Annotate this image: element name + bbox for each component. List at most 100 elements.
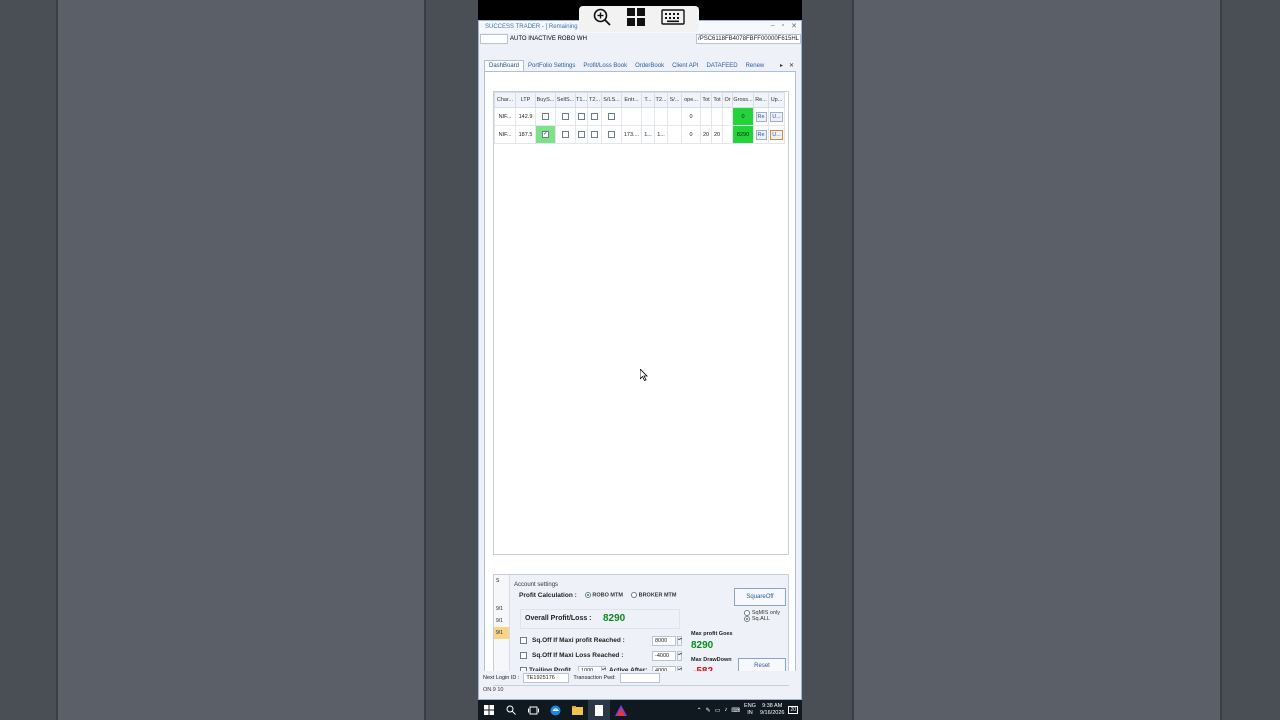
network-icon[interactable]: ▭ xyxy=(715,707,721,714)
col-header[interactable]: BuyS... xyxy=(535,92,556,108)
volume-icon[interactable]: ♪ xyxy=(724,707,727,713)
col-header[interactable]: T1... xyxy=(574,92,589,108)
side-list-item[interactable]: 9/1 xyxy=(494,615,509,627)
col-header[interactable]: T... xyxy=(641,92,656,108)
tray-chevron-icon[interactable]: ⌃ xyxy=(697,707,702,714)
tab-profit-loss-book[interactable]: Profit/Loss Book xyxy=(579,61,631,71)
tab-dashboard[interactable]: DashBoard xyxy=(484,60,525,71)
update-row-button[interactable]: U... xyxy=(770,129,783,140)
next-login-input[interactable]: TE1925176 xyxy=(523,673,570,683)
col-header[interactable]: T2... xyxy=(654,92,669,108)
sqoff-profit-input[interactable]: 8000 xyxy=(652,636,676,646)
windows-start-icon[interactable] xyxy=(627,7,645,31)
col-header[interactable]: T2... xyxy=(587,92,603,108)
tab-portfolio-settings[interactable]: PortFolio Settings xyxy=(524,61,579,71)
tab-orderbook[interactable]: OrderBook xyxy=(631,61,668,71)
sqall-label: Sq.ALL xyxy=(751,616,770,623)
sl-checkbox[interactable] xyxy=(608,131,616,138)
sqoff-loss-spinner[interactable]: ▴▾ xyxy=(677,651,682,661)
sqoff-profit-label: Sq.Off If Maxi profit Reached : xyxy=(532,637,625,644)
col-header[interactable]: Gross... xyxy=(732,92,755,108)
robo-mtm-option[interactable]: ROBO MTM xyxy=(584,592,623,599)
col-header[interactable]: Tot xyxy=(711,92,724,108)
zoom-in-icon[interactable] xyxy=(593,8,611,31)
footer-status: ON 9 10 xyxy=(483,687,504,693)
side-list-item[interactable] xyxy=(494,587,509,599)
txn-pwd-input[interactable] xyxy=(619,673,660,683)
language-indicator[interactable]: ENG IN xyxy=(744,703,756,717)
squareoff-button[interactable]: SquareOff xyxy=(734,588,786,606)
col-header[interactable]: Char... xyxy=(494,92,516,108)
lang-region: IN xyxy=(747,710,753,716)
sell-checkbox[interactable] xyxy=(562,113,569,120)
cell-up: U... xyxy=(768,125,786,144)
close-icon[interactable]: ✕ xyxy=(791,22,797,30)
sell-checkbox[interactable] xyxy=(562,131,569,138)
table-row[interactable]: NIF... 187.5 173.... 1... 1... 0 xyxy=(494,125,786,144)
clock[interactable]: 9:38 AM 9/16/2026 xyxy=(760,703,784,717)
notification-center-icon[interactable]: 20 xyxy=(788,706,798,714)
account-settings-title: Account settings xyxy=(514,582,559,588)
maximize-icon[interactable]: ▫ xyxy=(782,22,784,30)
search-icon[interactable] xyxy=(500,700,522,720)
col-header[interactable]: Or xyxy=(722,92,734,108)
keyboard-icon[interactable] xyxy=(661,8,685,30)
col-header[interactable]: S/LS... xyxy=(601,92,623,108)
t1-checkbox[interactable] xyxy=(578,131,585,138)
tab-datafeed[interactable]: DATAFEED xyxy=(702,61,741,71)
tab-scroll-right-icon[interactable]: ▸ xyxy=(780,62,783,69)
window-title: SUCCESS TRADER - [ Remaining Day xyxy=(485,24,590,30)
cell-sell xyxy=(555,107,576,126)
task-view-icon[interactable] xyxy=(522,700,544,720)
sqoff-loss-checkbox[interactable] xyxy=(520,652,527,659)
t2-checkbox[interactable] xyxy=(591,131,599,138)
info-box xyxy=(480,34,508,44)
tab-close-icon[interactable]: ✕ xyxy=(789,62,794,69)
col-header[interactable]: SellS... xyxy=(555,92,576,108)
touch-keyboard-icon[interactable]: ⌨ xyxy=(731,707,740,714)
notepad-icon[interactable] xyxy=(588,700,610,720)
reset-row-button[interactable]: Re xyxy=(755,111,767,122)
col-header[interactable]: S/... xyxy=(667,92,683,108)
buy-checkbox[interactable] xyxy=(542,113,549,120)
sqoff-profit-spinner[interactable]: ▴▾ xyxy=(677,636,682,646)
pen-icon[interactable]: ✎ xyxy=(706,707,711,714)
cell-t2 xyxy=(587,125,603,144)
edge-browser-icon[interactable] xyxy=(544,700,566,720)
sl-checkbox[interactable] xyxy=(608,113,616,120)
trading-app-icon[interactable] xyxy=(610,700,632,720)
table-row[interactable]: NIF... 142.9 0 0 Re U... xyxy=(494,107,786,126)
col-header[interactable]: ope... xyxy=(681,92,702,108)
broker-mtm-radio[interactable] xyxy=(630,592,637,599)
col-header[interactable]: Tot xyxy=(700,92,713,108)
cell-tot1: 20 xyxy=(700,125,713,144)
side-list-item-selected[interactable]: 9/1 xyxy=(494,627,509,639)
start-icon[interactable] xyxy=(478,700,500,720)
side-list-item[interactable]: 9/1 xyxy=(494,603,509,615)
cell-gross: 0 xyxy=(732,107,755,126)
sqoff-loss-input[interactable]: -4000 xyxy=(652,651,676,661)
sqall-option[interactable]: Sq.ALL xyxy=(744,616,780,623)
sqoff-profit-checkbox[interactable] xyxy=(520,637,527,644)
reset-row-button[interactable]: Re xyxy=(755,129,767,140)
tab-renew[interactable]: Renew xyxy=(742,61,769,71)
t1-checkbox[interactable] xyxy=(578,113,585,120)
update-row-button[interactable]: U... xyxy=(770,111,783,122)
t2-checkbox[interactable] xyxy=(591,113,599,120)
broker-mtm-option[interactable]: BROKER MTM xyxy=(630,592,676,599)
screen: SUCCESS TRADER - [ Remaining Day – ▫ ✕ A… xyxy=(0,0,1280,720)
sqall-radio[interactable] xyxy=(744,616,751,623)
sqmis-radio[interactable] xyxy=(744,610,751,616)
cell-tot1 xyxy=(700,107,713,126)
col-header[interactable]: Entr... xyxy=(621,92,643,108)
minimize-icon[interactable]: – xyxy=(771,22,775,30)
col-header[interactable]: Up... xyxy=(768,92,786,108)
cell-open: 0 xyxy=(681,125,702,144)
file-explorer-icon[interactable] xyxy=(566,700,588,720)
buy-checkbox[interactable] xyxy=(542,130,549,138)
col-header[interactable]: Re... xyxy=(753,92,770,108)
col-header[interactable]: LTP xyxy=(515,92,536,108)
tab-client-api[interactable]: Client API xyxy=(668,61,702,71)
robo-mtm-radio[interactable] xyxy=(584,592,591,599)
cell-t xyxy=(641,107,656,126)
